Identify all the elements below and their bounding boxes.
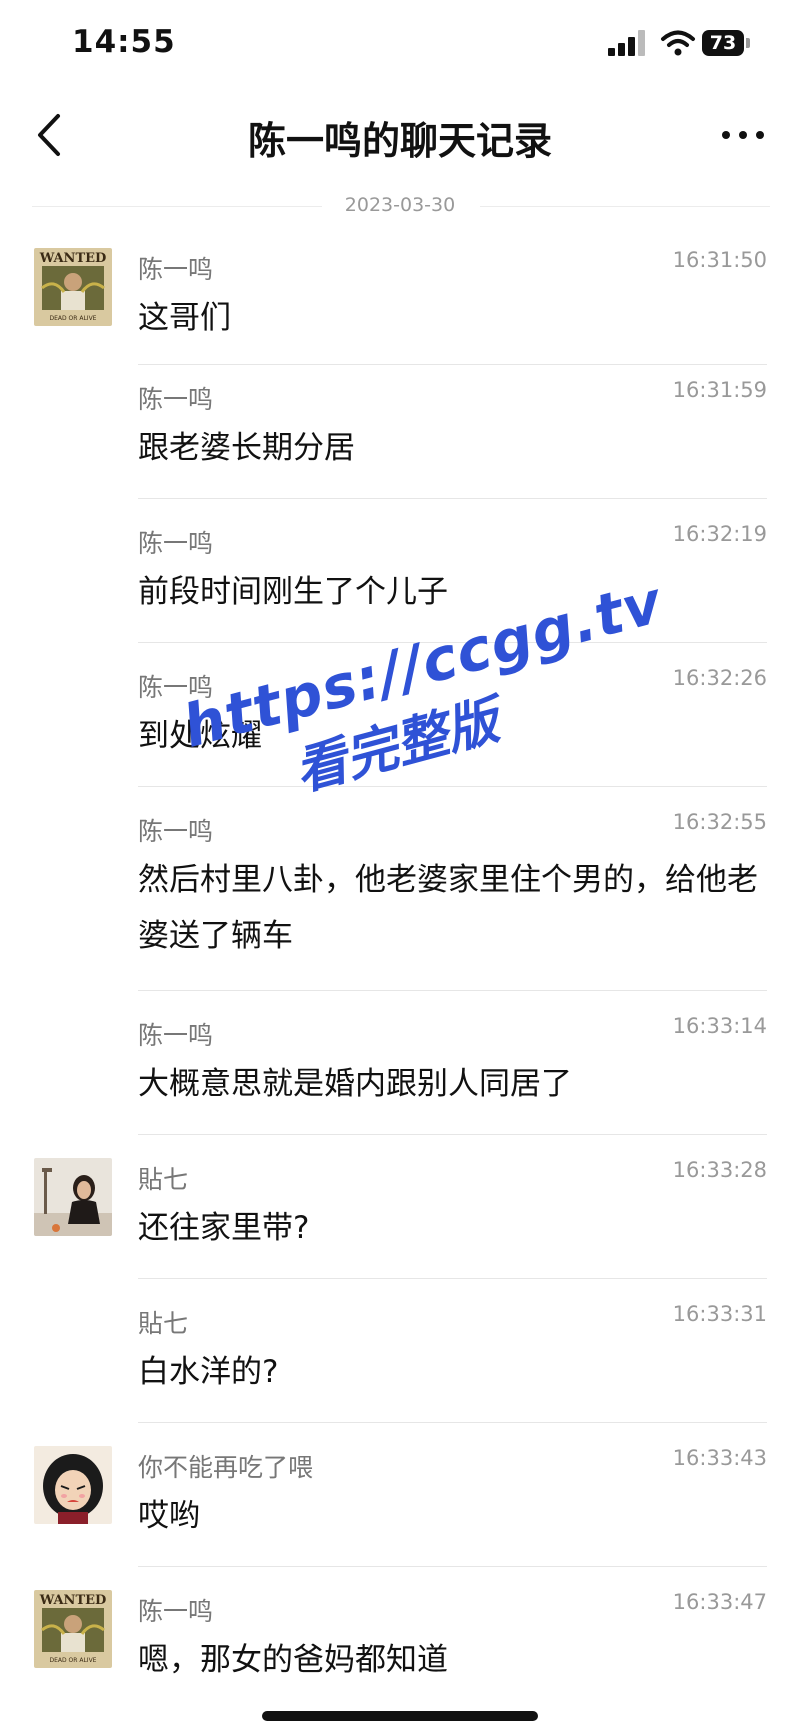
message-time: 16:31:59	[672, 378, 767, 402]
avatar-cartoon-girl[interactable]	[34, 1446, 112, 1524]
message-text: 然后村里八卦，他老婆家里住个男的，给他老婆送了辆车	[138, 862, 758, 954]
sender-name: 陈一鸣	[138, 673, 214, 702]
battery-percent: 73	[709, 32, 737, 54]
chat-message[interactable]: 貼七 16:33:31 白水洋的?	[0, 1292, 800, 1423]
sender-name: 陈一鸣	[138, 1597, 214, 1626]
chat-message[interactable]: 陈一鸣 16:32:19 前段时间刚生了个儿子	[0, 512, 800, 643]
avatar-wanted-poster[interactable]: WANTED DEAD OR ALIVE	[34, 248, 112, 326]
chat-message[interactable]: 陈一鸣 16:33:14 大概意思就是婚内跟别人同居了	[0, 1004, 800, 1135]
chat-message[interactable]: 貼七 16:33:28 还往家里带?	[0, 1148, 800, 1279]
battery-icon: 73	[702, 30, 750, 56]
cellular-signal-icon	[608, 30, 650, 56]
divider	[138, 786, 767, 787]
more-options-icon[interactable]	[718, 120, 768, 150]
status-bar: 14:55 73	[0, 0, 800, 90]
sender-name: 貼七	[138, 1165, 189, 1194]
svg-text:DEAD OR ALIVE: DEAD OR ALIVE	[50, 315, 97, 322]
message-time: 16:32:55	[672, 810, 767, 834]
message-time: 16:32:19	[672, 522, 767, 546]
sender-name: 你不能再吃了喂	[138, 1453, 314, 1482]
sender-name: 陈一鸣	[138, 1021, 214, 1050]
divider	[138, 498, 767, 499]
divider	[138, 1422, 767, 1423]
page-title: 陈一鸣的聊天记录	[247, 119, 552, 163]
divider	[138, 1134, 767, 1135]
chat-message[interactable]: 你不能再吃了喂 16:33:43 哎哟	[0, 1436, 800, 1567]
message-time: 16:33:28	[672, 1158, 767, 1182]
message-time: 16:31:50	[672, 248, 767, 272]
svg-text:WANTED: WANTED	[39, 251, 107, 266]
date-separator-text: 2023-03-30	[344, 194, 456, 216]
message-text: 嗯，那女的爸妈都知道	[138, 1642, 448, 1678]
chat-message[interactable]: WANTED DEAD OR ALIVE 陈一鸣 16:33:47 嗯，那女的爸…	[0, 1580, 800, 1710]
divider	[138, 1278, 767, 1279]
sender-name: 陈一鸣	[138, 255, 214, 284]
message-text: 大概意思就是婚内跟别人同居了	[138, 1066, 572, 1102]
message-text: 还往家里带?	[138, 1210, 310, 1246]
divider	[138, 364, 767, 365]
home-indicator[interactable]	[262, 1711, 538, 1721]
wifi-icon	[661, 30, 695, 56]
sender-name: 貼七	[138, 1309, 189, 1338]
avatar-wanted-poster[interactable]: WANTED DEAD OR ALIVE	[34, 1590, 112, 1668]
message-time: 16:33:47	[672, 1590, 767, 1614]
svg-text:DEAD OR ALIVE: DEAD OR ALIVE	[50, 1657, 97, 1664]
date-separator: 2023-03-30	[0, 192, 800, 222]
message-text: 哎哟	[138, 1498, 200, 1534]
message-time: 16:32:26	[672, 666, 767, 690]
message-text: 前段时间刚生了个儿子	[138, 574, 448, 610]
chat-message[interactable]: 陈一鸣 16:32:26 到处炫耀	[0, 656, 800, 787]
message-text: 跟老婆长期分居	[138, 430, 355, 466]
sender-name: 陈一鸣	[138, 529, 214, 558]
svg-text:WANTED: WANTED	[39, 1593, 107, 1608]
message-time: 16:33:31	[672, 1302, 767, 1326]
divider	[138, 990, 767, 991]
message-text: 白水洋的?	[138, 1354, 279, 1390]
message-text: 到处炫耀	[138, 718, 262, 754]
message-text: 这哥们	[138, 300, 231, 336]
nav-bar: 陈一鸣的聊天记录	[0, 90, 800, 190]
sender-name: 陈一鸣	[138, 817, 214, 846]
message-time: 16:33:14	[672, 1014, 767, 1038]
chat-message[interactable]: 陈一鸣 16:32:55 然后村里八卦，他老婆家里住个男的，给他老婆送了辆车	[0, 800, 800, 991]
divider	[138, 642, 767, 643]
chat-message[interactable]: WANTED DEAD OR ALIVE 陈一鸣 16:31:50 这哥们	[0, 238, 800, 368]
message-time: 16:33:43	[672, 1446, 767, 1470]
divider	[138, 1566, 767, 1567]
status-time: 14:55	[72, 24, 176, 60]
chat-message[interactable]: 陈一鸣 16:31:59 跟老婆长期分居	[0, 368, 800, 499]
sender-name: 陈一鸣	[138, 385, 214, 414]
avatar-woman-photo[interactable]	[34, 1158, 112, 1236]
